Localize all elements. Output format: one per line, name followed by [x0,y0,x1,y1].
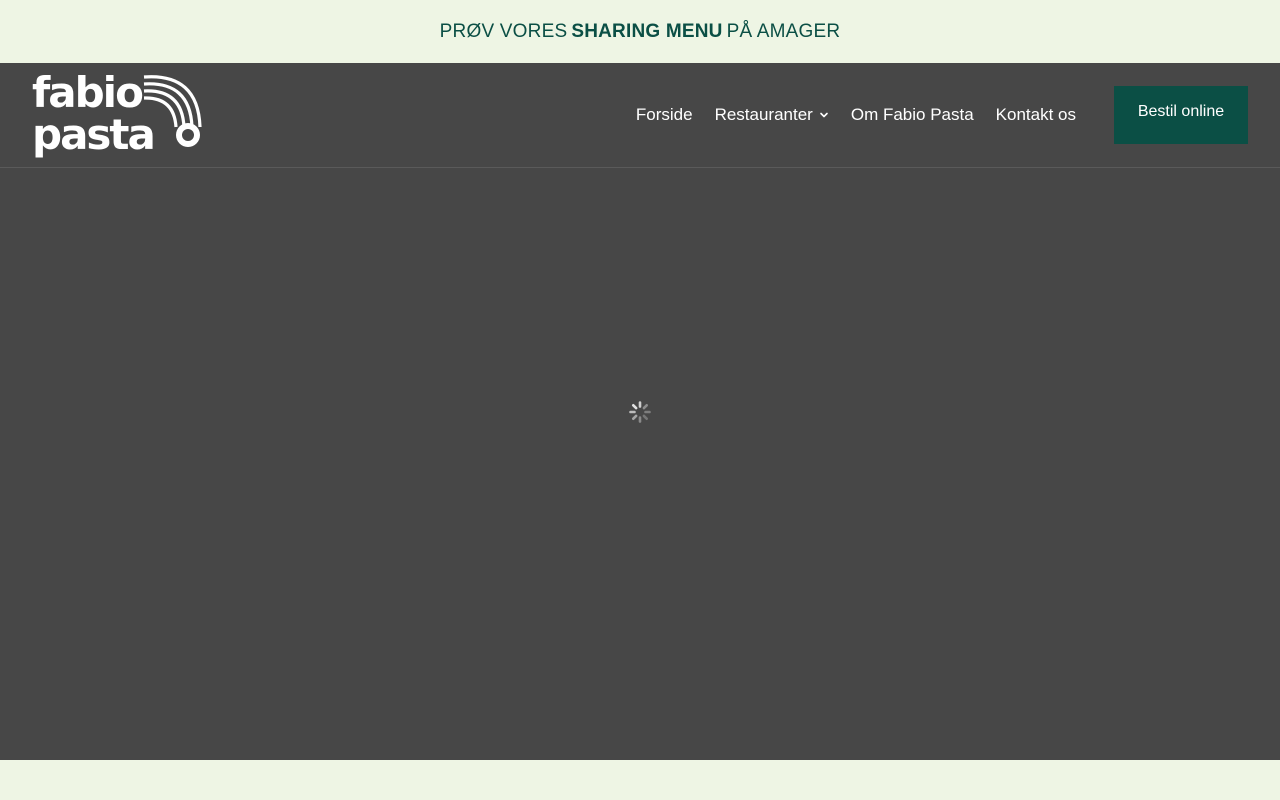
nav-item-label: Om Fabio Pasta [850,105,974,124]
order-online-button[interactable]: Bestil online [1114,86,1248,144]
hero-section [0,168,1280,760]
fabio-pasta-logo[interactable]: fabio pasta [32,67,204,163]
nav-item-label: Kontakt os [995,105,1076,124]
nav-item-label: Restauranter [714,105,813,124]
nav-item-label: Forside [635,105,693,124]
promo-banner-suffix: PÅ AMAGER [726,20,841,42]
site-header: fabio pasta Forside Restauranter Om Fabi… [0,63,1280,168]
promo-banner-prefix: PRØV VORES [439,20,568,42]
nav-item-forside[interactable]: Forside [636,105,693,125]
nav-item-om-fabio-pasta[interactable]: Om Fabio Pasta [851,105,974,125]
promo-banner-highlight: SHARING MENU [571,20,723,42]
nav-item-restauranter[interactable]: Restauranter [715,105,829,125]
promo-banner[interactable]: PRØV VORES SHARING MENU PÅ AMAGER [0,0,1280,63]
nav-item-kontakt-os[interactable]: Kontakt os [996,105,1076,125]
loading-spinner-icon [629,401,651,423]
chevron-down-icon [820,112,828,118]
logo-text-pasta: pasta [32,110,154,159]
main-nav: Forside Restauranter Om Fabio Pasta Kont… [636,63,1076,167]
